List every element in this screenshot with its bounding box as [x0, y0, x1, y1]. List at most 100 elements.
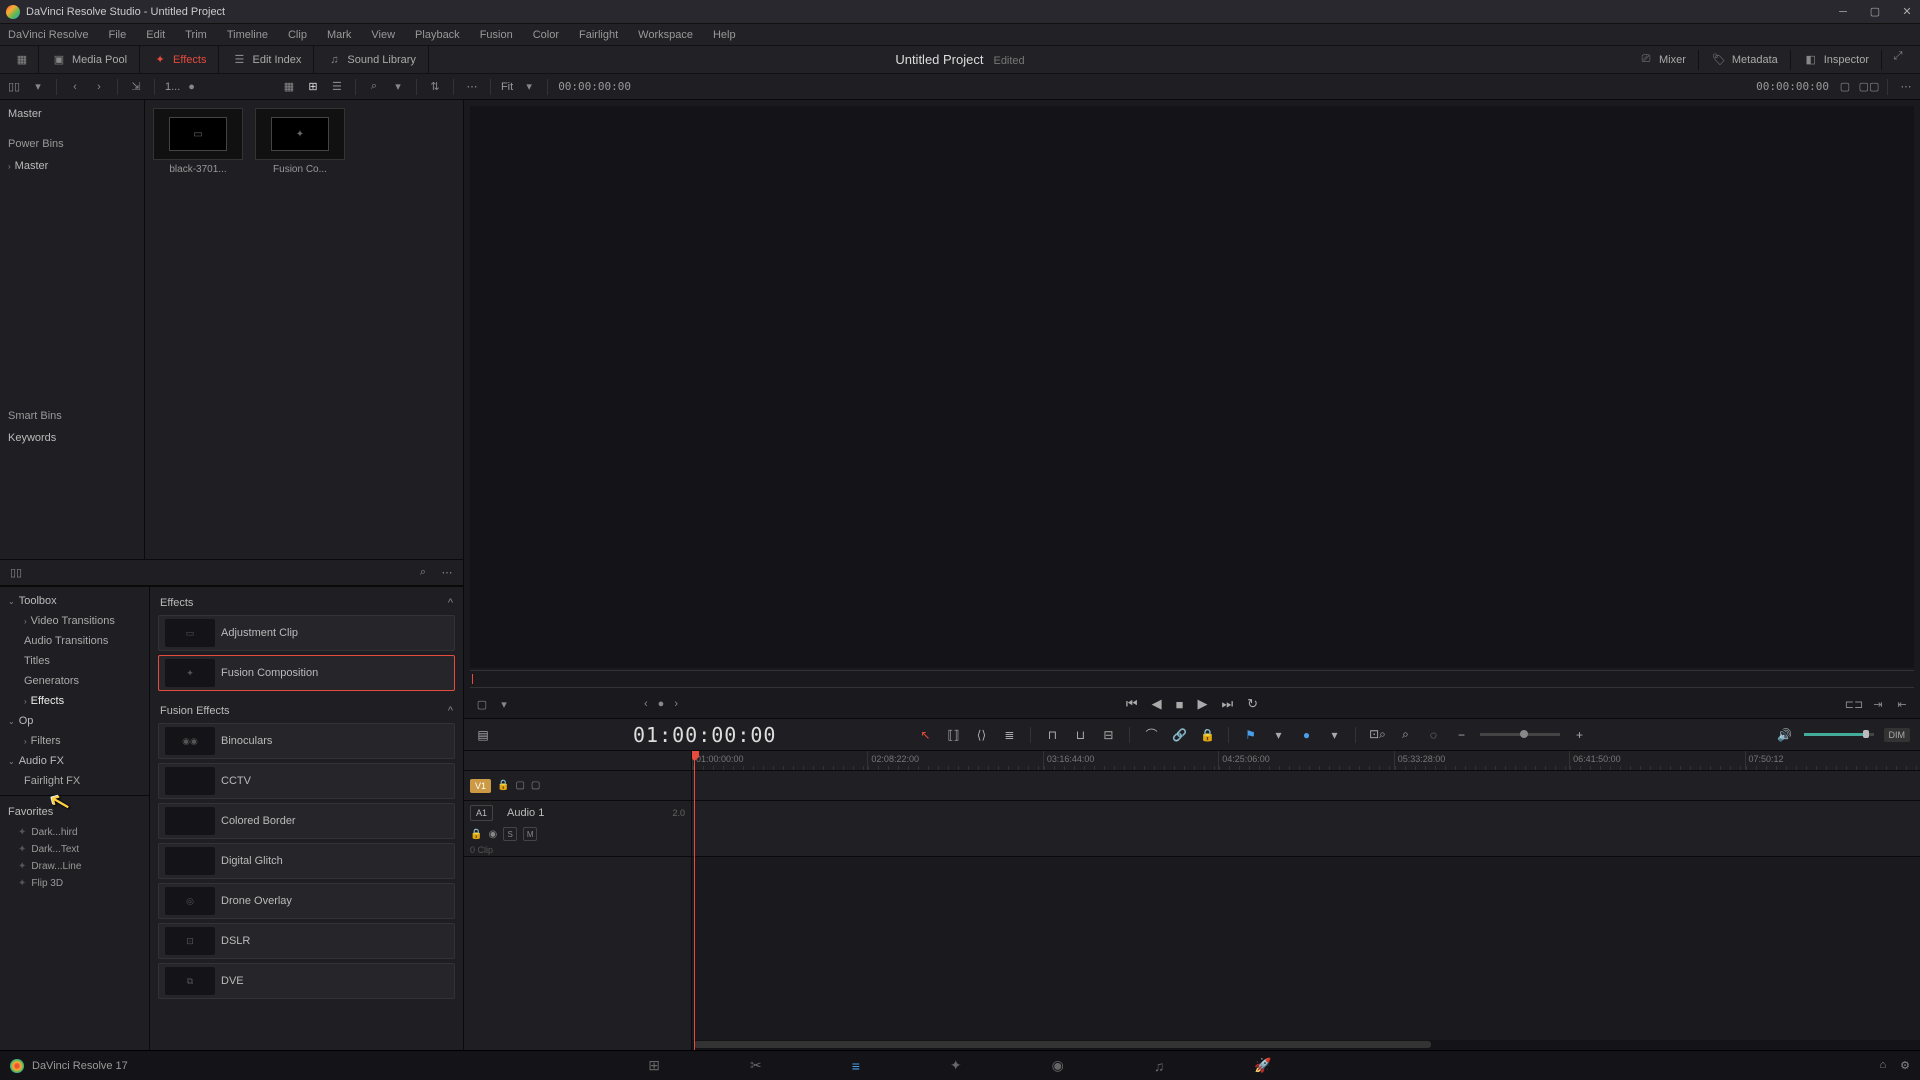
single-viewer-icon[interactable]: ▢: [1837, 80, 1853, 94]
fx-item-colored-border[interactable]: Colored Border: [158, 803, 455, 839]
minimize-button[interactable]: ─: [1836, 5, 1850, 19]
menu-davinci[interactable]: DaVinci Resolve: [4, 27, 93, 43]
fx-item-fusion-composition[interactable]: ✦Fusion Composition: [158, 655, 455, 691]
maximize-button[interactable]: ▢: [1868, 5, 1882, 19]
home-icon[interactable]: ⌂: [1879, 1059, 1886, 1072]
v1-badge[interactable]: V1: [470, 779, 491, 793]
master-bin[interactable]: Master: [0, 104, 144, 124]
viewer-mode-icon[interactable]: ▢: [474, 697, 490, 711]
menu-clip[interactable]: Clip: [284, 27, 311, 43]
import-icon[interactable]: ⇲: [128, 80, 144, 94]
sound-library-button[interactable]: ♫Sound Library: [322, 50, 420, 70]
deliver-page-tab[interactable]: 🚀: [1254, 1057, 1271, 1074]
menu-fusion[interactable]: Fusion: [476, 27, 517, 43]
cut-page-tab[interactable]: ✂: [750, 1057, 762, 1074]
marker-icon[interactable]: ●: [1297, 728, 1315, 742]
blade-tool-icon[interactable]: ≣: [1000, 728, 1018, 742]
viewer-more-icon[interactable]: ⋯: [1898, 80, 1914, 94]
chevron-down-icon[interactable]: ▾: [30, 80, 46, 94]
playhead[interactable]: [694, 751, 695, 1050]
menu-view[interactable]: View: [367, 27, 399, 43]
favorite-item[interactable]: ✦Flip 3D: [0, 875, 149, 892]
fx-item-adjustment-clip[interactable]: ▭Adjustment Clip: [158, 615, 455, 651]
fx-item-binoculars[interactable]: ◉◉Binoculars: [158, 723, 455, 759]
menu-playback[interactable]: Playback: [411, 27, 464, 43]
dual-viewer-icon[interactable]: ▢▢: [1861, 80, 1877, 94]
dim-button[interactable]: DIM: [1884, 728, 1911, 742]
nav-back-icon[interactable]: ‹: [67, 80, 83, 94]
metadata-button[interactable]: 🏷Metadata: [1707, 50, 1782, 70]
inspector-button[interactable]: ◧Inspector: [1799, 50, 1873, 70]
search-chevron-icon[interactable]: ▾: [390, 80, 406, 94]
more-icon[interactable]: ⋯: [464, 80, 480, 94]
lock-icon[interactable]: 🔒: [1198, 728, 1216, 742]
openfx-category[interactable]: ⌄Op: [0, 711, 149, 731]
next-frame-button[interactable]: ⏭: [1221, 696, 1233, 712]
trim-tool-icon[interactable]: ⟦⟧: [944, 728, 962, 742]
favorite-item[interactable]: ✦Dark...hird: [0, 824, 149, 841]
replace-icon[interactable]: ⊟: [1099, 728, 1117, 742]
play-button[interactable]: ▶: [1197, 696, 1207, 712]
nav-fwd-icon[interactable]: ›: [91, 80, 107, 94]
menu-edit[interactable]: Edit: [142, 27, 169, 43]
menu-help[interactable]: Help: [709, 27, 740, 43]
zoom-slider[interactable]: [1480, 733, 1560, 736]
fx-item-drone-overlay[interactable]: ◎Drone Overlay: [158, 883, 455, 919]
list-view-icon[interactable]: ☰: [329, 80, 345, 94]
menu-mark[interactable]: Mark: [323, 27, 355, 43]
media-page-tab[interactable]: ⊞: [648, 1057, 660, 1074]
clip-item[interactable]: ✦ Fusion Co...: [255, 108, 345, 175]
effects-category[interactable]: ›Effects: [0, 691, 149, 711]
volume-slider[interactable]: [1804, 733, 1874, 736]
arm-record-icon[interactable]: ◉: [488, 829, 497, 840]
mixer-button[interactable]: ⎚Mixer: [1634, 50, 1690, 70]
effects-button[interactable]: ✦Effects: [148, 50, 210, 70]
fx-item-cctv[interactable]: CCTV: [158, 763, 455, 799]
fx-item-dve[interactable]: ⧉DVE: [158, 963, 455, 999]
stop-button[interactable]: ■: [1176, 697, 1184, 712]
enable-track-icon[interactable]: ▢: [531, 780, 540, 791]
zoom-custom-icon[interactable]: ◌: [1424, 728, 1442, 742]
link-icon[interactable]: 🔗: [1170, 728, 1188, 742]
timeline-view-icon[interactable]: ▤: [474, 728, 492, 742]
fit-label[interactable]: Fit: [501, 81, 513, 93]
grid-view-icon[interactable]: ⊞: [305, 80, 321, 94]
timeline-ruler[interactable]: 01:00:00:00 02:08:22:00 03:16:44:00 04:2…: [692, 751, 1920, 771]
fusion-page-tab[interactable]: ✦: [950, 1057, 962, 1074]
fairlightfx-category[interactable]: Fairlight FX: [0, 771, 149, 791]
zoom-out-icon[interactable]: −: [1452, 728, 1470, 742]
audio-track-header[interactable]: A1 Audio 1 2.0 🔒 ◉ S M 0 Clip: [464, 801, 691, 857]
jump-start-icon[interactable]: ⇤: [1894, 697, 1910, 711]
thumb-view-icon[interactable]: ▦: [281, 80, 297, 94]
marker-chevron-icon[interactable]: ▾: [1325, 728, 1343, 742]
a1-badge[interactable]: A1: [470, 805, 493, 821]
flag-icon[interactable]: ⚑: [1241, 728, 1259, 742]
expand-icon[interactable]: ⤢: [1890, 50, 1906, 64]
next-edit-icon[interactable]: ›: [674, 698, 678, 710]
video-track-lane[interactable]: [692, 771, 1920, 801]
timeline-timecode[interactable]: 01:00:00:00: [633, 723, 776, 747]
video-track-header[interactable]: V1 🔒 ▢ ▢: [464, 771, 691, 801]
fx-search-icon[interactable]: ⌕: [415, 566, 431, 580]
menu-fairlight[interactable]: Fairlight: [575, 27, 622, 43]
filters-category[interactable]: ›Filters: [0, 731, 149, 751]
mute-button[interactable]: M: [523, 827, 537, 841]
viewer-scrubber[interactable]: [470, 670, 1914, 688]
lock-track-icon[interactable]: 🔒: [470, 829, 482, 840]
overwrite-icon[interactable]: ⊔: [1071, 728, 1089, 742]
menu-file[interactable]: File: [105, 27, 131, 43]
first-frame-button[interactable]: ⏮: [1126, 696, 1138, 712]
collapse-icon[interactable]: ^: [448, 597, 453, 609]
favorite-item[interactable]: ✦Draw...Line: [0, 858, 149, 875]
viewer-canvas[interactable]: [470, 106, 1914, 668]
audio-transitions-category[interactable]: Audio Transitions: [0, 631, 149, 651]
fx-item-dslr[interactable]: ⊡DSLR: [158, 923, 455, 959]
loop-button[interactable]: ↻: [1247, 696, 1258, 712]
solo-button[interactable]: S: [503, 827, 517, 841]
close-button[interactable]: ✕: [1900, 5, 1914, 19]
prev-frame-button[interactable]: ◀: [1152, 696, 1162, 712]
snap-icon[interactable]: ⌒: [1142, 726, 1160, 743]
flag-chevron-icon[interactable]: ▾: [1269, 728, 1287, 742]
settings-icon[interactable]: ⚙: [1900, 1059, 1910, 1072]
power-bins-master[interactable]: ›Master: [0, 156, 144, 176]
